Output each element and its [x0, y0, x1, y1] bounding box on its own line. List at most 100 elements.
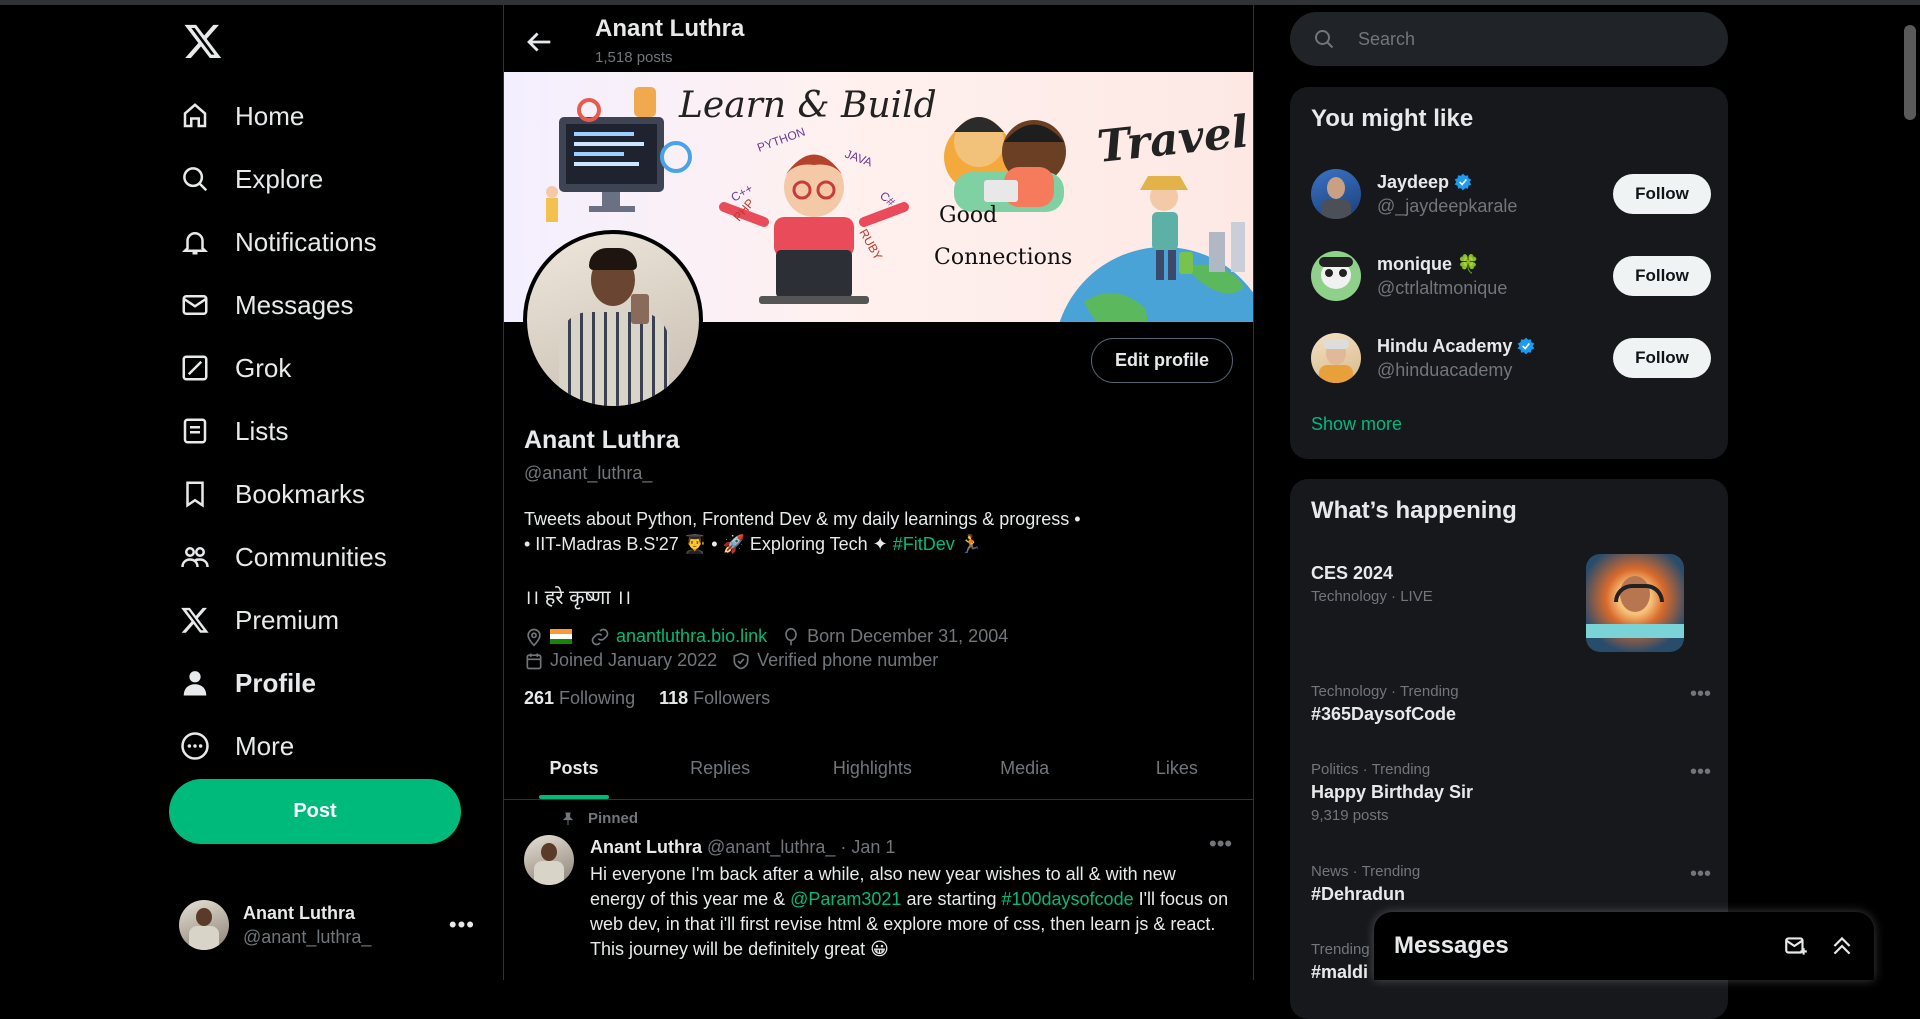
tab-likes[interactable]: Likes: [1101, 739, 1253, 799]
following-link[interactable]: 261 Following: [524, 688, 635, 709]
x-logo-icon: [179, 604, 211, 636]
nav-messages[interactable]: Messages: [165, 277, 368, 333]
bookmark-icon: [179, 478, 211, 510]
tab-posts-label: Posts: [549, 758, 599, 778]
suggested-user[interactable]: Jaydeep @_jaydeepkarale Follow: [1311, 164, 1711, 224]
avatar: [1311, 333, 1361, 383]
banner-connections-text: Connections: [934, 245, 1072, 270]
bio-line-2-text: • IIT-Madras B.S'27 👨‍🎓 • 🚀 Exploring Te…: [524, 534, 893, 554]
trend-item[interactable]: Politics · Trending Happy Birthday Sir 9…: [1311, 761, 1711, 824]
chevron-double-up-icon[interactable]: [1828, 932, 1856, 960]
tab-posts[interactable]: Posts: [504, 739, 644, 799]
follow-button[interactable]: Follow: [1613, 338, 1711, 378]
search-box[interactable]: [1290, 12, 1728, 66]
tweet-text[interactable]: Hi everyone I'm back after a while, also…: [590, 862, 1230, 962]
tab-media[interactable]: Media: [949, 739, 1101, 799]
nav-premium-label: Premium: [235, 604, 340, 635]
pinned-indicator: Pinned: [560, 810, 638, 827]
bell-icon: [179, 226, 211, 258]
tab-media-label: Media: [1000, 758, 1050, 778]
bio-hindi: ।। हरे कृष्णा ।।: [524, 587, 632, 609]
trend-title: #365DaysofCode: [1311, 704, 1457, 724]
edit-profile-button[interactable]: Edit profile: [1091, 338, 1233, 383]
tweet-hashtag-link[interactable]: #100daysofcode: [1001, 889, 1133, 909]
nav-premium[interactable]: Premium: [165, 592, 353, 648]
follow-button[interactable]: Follow: [1613, 256, 1711, 296]
suggested-user-handle: @ctrlaltmonique: [1377, 277, 1508, 298]
verified-phone-item: Verified phone number: [731, 650, 938, 671]
profile-avatar[interactable]: [523, 230, 703, 410]
tweet-date[interactable]: · Jan 1: [840, 837, 895, 857]
trend-item[interactable]: Technology · Trending #365DaysofCode •••: [1311, 683, 1711, 725]
followers-count: 118: [659, 688, 689, 708]
more-circle-icon: [179, 730, 211, 762]
shield-check-icon: [733, 652, 749, 669]
trend-more-icon[interactable]: •••: [1690, 761, 1711, 784]
nav-notifications[interactable]: Notifications: [165, 214, 391, 270]
nav-grok[interactable]: Grok: [165, 340, 305, 396]
suggested-user-name: monique 🍀: [1377, 253, 1480, 274]
banner-good-text: Good: [939, 203, 997, 228]
avatar: [179, 900, 229, 950]
nav-explore[interactable]: Explore: [165, 151, 337, 207]
website-item[interactable]: anantluthra.bio.link: [590, 626, 767, 647]
messages-drawer[interactable]: Messages: [1374, 912, 1874, 980]
bio-line-2: • IIT-Madras B.S'27 👨‍🎓 • 🚀 Exploring Te…: [524, 532, 1224, 557]
active-tab-indicator: [539, 795, 609, 799]
profile-handle: @anant_luthra_: [524, 463, 653, 483]
nav-communities[interactable]: Communities: [165, 529, 401, 585]
nav-more[interactable]: More: [165, 718, 308, 774]
nav-messages-label: Messages: [235, 289, 354, 320]
nav-lists[interactable]: Lists: [165, 403, 302, 459]
birthday-item: Born December 31, 2004: [781, 626, 1008, 647]
new-message-icon[interactable]: [1782, 932, 1810, 960]
tweet-author-handle[interactable]: @anant_luthra_: [707, 837, 835, 857]
joined-date: Joined January 2022: [550, 650, 718, 670]
tweet-author-name[interactable]: Anant Luthra: [590, 837, 702, 857]
account-switcher[interactable]: Anant Luthra @anant_luthra_ •••: [179, 890, 489, 960]
location-item: [524, 627, 576, 647]
nav-profile[interactable]: Profile: [165, 655, 330, 711]
trend-thumbnail[interactable]: [1586, 554, 1684, 652]
india-flag-icon: [550, 629, 572, 644]
trend-title: Happy Birthday Sir: [1311, 782, 1474, 802]
mail-icon: [179, 289, 211, 321]
trend-post-count: 9,319 posts: [1311, 807, 1389, 824]
follow-button[interactable]: Follow: [1613, 174, 1711, 214]
trend-more-icon[interactable]: •••: [1690, 683, 1711, 706]
account-name: Anant Luthra: [243, 902, 355, 923]
nav-grok-label: Grok: [235, 352, 292, 383]
scrollbar-thumb[interactable]: [1904, 25, 1916, 120]
bio-hashtag-link[interactable]: #FitDev: [893, 534, 955, 554]
follow-stats: 261 Following 118 Followers: [524, 688, 794, 709]
x-logo-icon[interactable]: [183, 21, 223, 61]
tweet-mention-link[interactable]: @Param3021: [790, 889, 901, 909]
back-arrow-icon[interactable]: [522, 25, 556, 59]
tweet-header: Anant Luthra @anant_luthra_ · Jan 1: [590, 837, 895, 858]
search-input[interactable]: [1356, 27, 1700, 51]
page-scrollbar[interactable]: [1900, 5, 1920, 980]
tab-highlights[interactable]: Highlights: [796, 739, 948, 799]
banner-python-text: PYTHON: [755, 125, 807, 155]
home-icon: [179, 100, 211, 132]
nav-home[interactable]: Home: [165, 88, 318, 144]
tab-replies[interactable]: Replies: [644, 739, 796, 799]
tweet-more-icon[interactable]: •••: [1209, 831, 1232, 857]
more-dots-icon[interactable]: •••: [449, 912, 475, 938]
following-count: 261: [524, 688, 555, 708]
website-link[interactable]: anantluthra.bio.link: [616, 626, 767, 647]
trend-item[interactable]: News · Trending #Dehradun •••: [1311, 863, 1711, 905]
suggested-user[interactable]: monique 🍀 @ctrlaltmonique Follow: [1311, 246, 1711, 306]
tweet-avatar[interactable]: [524, 835, 574, 885]
show-more-link[interactable]: Show more: [1311, 414, 1402, 435]
trend-more-icon[interactable]: •••: [1690, 863, 1711, 886]
search-icon: [1315, 30, 1334, 49]
nav-communities-label: Communities: [235, 541, 387, 572]
suggested-user[interactable]: Hindu Academy @hinduacademy Follow: [1311, 328, 1711, 388]
followers-link[interactable]: 118 Followers: [659, 688, 770, 709]
tweet-text-part-2: are starting: [901, 889, 1002, 909]
post-button[interactable]: Post: [169, 779, 461, 844]
user-icon: [179, 667, 211, 699]
nav-more-label: More: [235, 730, 295, 761]
nav-bookmarks[interactable]: Bookmarks: [165, 466, 379, 522]
